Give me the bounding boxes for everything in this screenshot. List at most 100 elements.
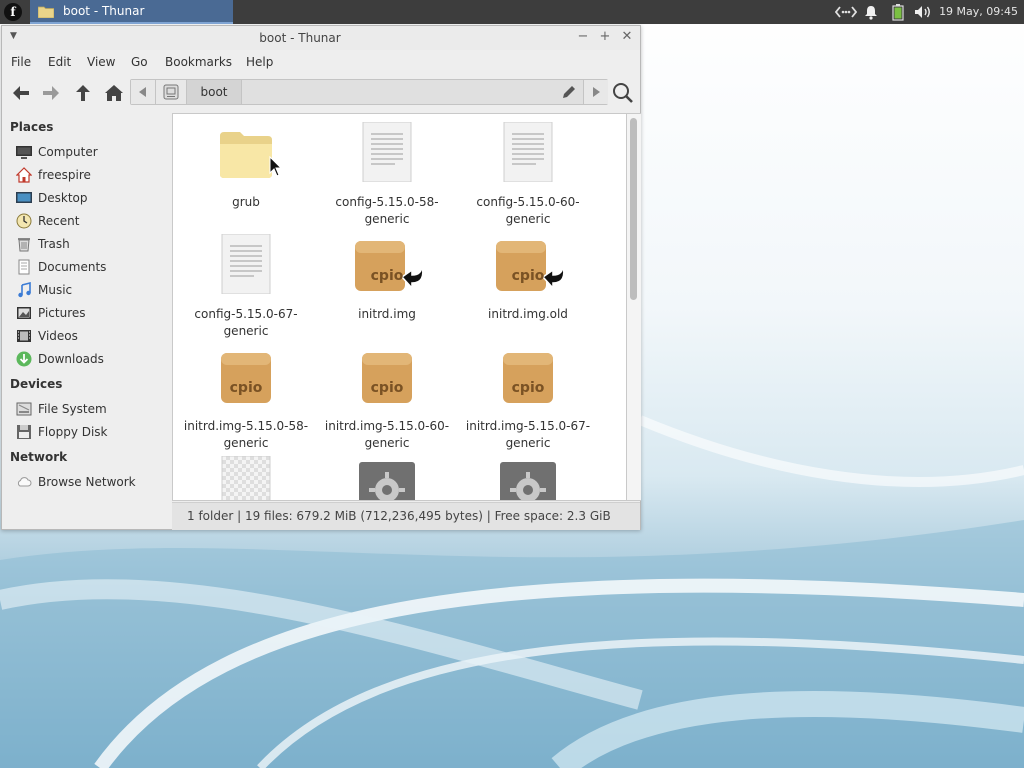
file-name: initrd.img.old xyxy=(488,307,568,321)
maximize-button[interactable]: + xyxy=(597,29,613,45)
cpio-archive-icon xyxy=(221,353,271,403)
taskbar-item-label: boot - Thunar xyxy=(63,4,145,18)
panel-clock[interactable]: 19 May, 09:45 xyxy=(939,5,1018,18)
file-view-scrollbar[interactable] xyxy=(627,113,641,501)
sidebar-item-computer[interactable]: Computer xyxy=(16,142,166,162)
sidebar-item-freespire[interactable]: freespire xyxy=(16,165,166,185)
file-item-initrd[interactable]: cpio initrd.img-5.15.0-60- generic xyxy=(322,344,452,454)
scrollbar-thumb[interactable] xyxy=(630,118,637,300)
cpio-label: cpio xyxy=(511,380,545,396)
gear-icon xyxy=(500,462,556,500)
menu-help[interactable]: Help xyxy=(246,55,273,69)
search-button[interactable] xyxy=(611,82,635,104)
taskbar-item-thunar[interactable]: boot - Thunar xyxy=(30,0,233,24)
sidebar-item-pictures[interactable]: Pictures xyxy=(16,303,166,323)
file-item-config[interactable]: config-5.15.0-58- generic xyxy=(322,120,452,230)
drive-icon xyxy=(163,84,179,100)
sidebar-item-desktop[interactable]: Desktop xyxy=(16,188,166,208)
file-item-image[interactable] xyxy=(181,456,311,500)
sidebar-item-trash[interactable]: Trash xyxy=(16,234,166,254)
path-crumb-boot[interactable]: boot xyxy=(187,80,242,104)
sidebar-item-floppy-disk[interactable]: Floppy Disk xyxy=(16,422,166,442)
file-item-initrd-old-link[interactable]: cpio initrd.img.old xyxy=(463,232,593,342)
menu-file[interactable]: File xyxy=(11,55,31,69)
sidebar-item-label: Documents xyxy=(38,260,107,274)
network-icon[interactable] xyxy=(834,0,858,24)
downloads-icon xyxy=(16,351,32,367)
menubar: File Edit View Go Bookmarks Help xyxy=(2,50,640,74)
path-root-button[interactable] xyxy=(156,80,187,104)
sidebar-item-documents[interactable]: Documents xyxy=(16,257,166,277)
forward-button[interactable] xyxy=(40,82,62,104)
folder-icon xyxy=(38,6,54,18)
cpio-archive-icon xyxy=(355,241,424,291)
battery-icon[interactable] xyxy=(888,0,908,24)
trash-icon xyxy=(18,238,30,252)
file-item-folder[interactable]: grub xyxy=(181,120,311,230)
window-titlebar[interactable]: ▼ boot - Thunar − + ✕ xyxy=(2,26,640,50)
sidebar-item-label: Recent xyxy=(38,214,80,228)
sidebar-item-recent[interactable]: Recent xyxy=(16,211,166,231)
network-heading: Network xyxy=(10,450,68,464)
file-item-initrd[interactable]: cpio initrd.img-5.15.0-67- generic xyxy=(463,344,593,454)
edit-location-button[interactable] xyxy=(555,80,583,104)
file-item-executable[interactable] xyxy=(322,456,452,500)
menu-bookmarks[interactable]: Bookmarks xyxy=(165,55,232,69)
file-name: config-5.15.0-58- generic xyxy=(335,195,439,226)
arrow-left-icon xyxy=(13,86,29,100)
sidebar-item-downloads[interactable]: Downloads xyxy=(16,349,166,369)
sidebar-item-music[interactable]: Music xyxy=(16,280,166,300)
search-icon xyxy=(613,83,633,103)
home-icon xyxy=(105,85,123,101)
sidebar-item-label: Pictures xyxy=(38,306,86,320)
status-bar: 1 folder | 19 files: 679.2 MiB (712,236,… xyxy=(172,502,640,530)
text-file-icon xyxy=(362,122,412,182)
menu-view[interactable]: View xyxy=(87,55,115,69)
sidebar-item-label: Floppy Disk xyxy=(38,425,108,439)
up-button[interactable] xyxy=(72,82,94,104)
window-title: boot - Thunar xyxy=(259,31,341,45)
cpio-label: cpio xyxy=(370,380,404,396)
pencil-icon xyxy=(563,86,575,98)
cpio-archive-icon xyxy=(362,353,412,403)
close-button[interactable]: ✕ xyxy=(619,29,635,45)
sidebar-item-videos[interactable]: Videos xyxy=(16,326,166,346)
sidebar-item-browse-network[interactable]: Browse Network xyxy=(16,472,166,492)
volume-icon[interactable] xyxy=(912,0,934,24)
file-name: grub xyxy=(232,195,260,209)
file-item-executable[interactable] xyxy=(463,456,593,500)
sidebar-item-label: Videos xyxy=(38,329,78,343)
sidebar-item-label: freespire xyxy=(38,168,91,182)
cpio-label: cpio xyxy=(370,268,404,284)
file-name: initrd.img-5.15.0-67- generic xyxy=(465,419,591,450)
minimize-button[interactable]: − xyxy=(575,29,591,45)
path-scroll-left-button[interactable] xyxy=(131,80,156,104)
sidebar-item-file-system[interactable]: File System xyxy=(16,399,166,419)
file-name: initrd.img xyxy=(358,307,416,321)
home-button[interactable] xyxy=(103,82,125,104)
floppy-icon xyxy=(17,425,31,439)
documents-icon xyxy=(18,259,30,275)
mouse-cursor-icon xyxy=(269,156,283,177)
places-heading: Places xyxy=(10,120,54,134)
cpio-label: cpio xyxy=(511,268,545,284)
sidebar-item-label: Browse Network xyxy=(38,475,136,489)
file-item-config[interactable]: config-5.15.0-67- generic xyxy=(181,232,311,342)
file-item-initrd-link[interactable]: cpio initrd.img xyxy=(322,232,452,342)
home-icon xyxy=(16,167,32,183)
back-button[interactable] xyxy=(10,82,32,104)
arrow-right-icon xyxy=(43,86,59,100)
path-scroll-right-button[interactable] xyxy=(583,80,608,104)
file-name: initrd.img-5.15.0-60- generic xyxy=(324,419,450,450)
file-item-config[interactable]: config-5.15.0-60- generic xyxy=(463,120,593,230)
menu-edit[interactable]: Edit xyxy=(48,55,71,69)
file-name: config-5.15.0-67- generic xyxy=(194,307,298,338)
bell-icon[interactable] xyxy=(862,0,880,24)
music-icon xyxy=(18,282,31,298)
file-item-initrd[interactable]: cpio initrd.img-5.15.0-58- generic xyxy=(181,344,311,454)
menu-go[interactable]: Go xyxy=(131,55,148,69)
computer-icon xyxy=(16,146,32,159)
path-bar: boot xyxy=(130,79,608,105)
app-menu-button[interactable]: f xyxy=(4,3,22,21)
text-file-icon xyxy=(503,122,553,182)
